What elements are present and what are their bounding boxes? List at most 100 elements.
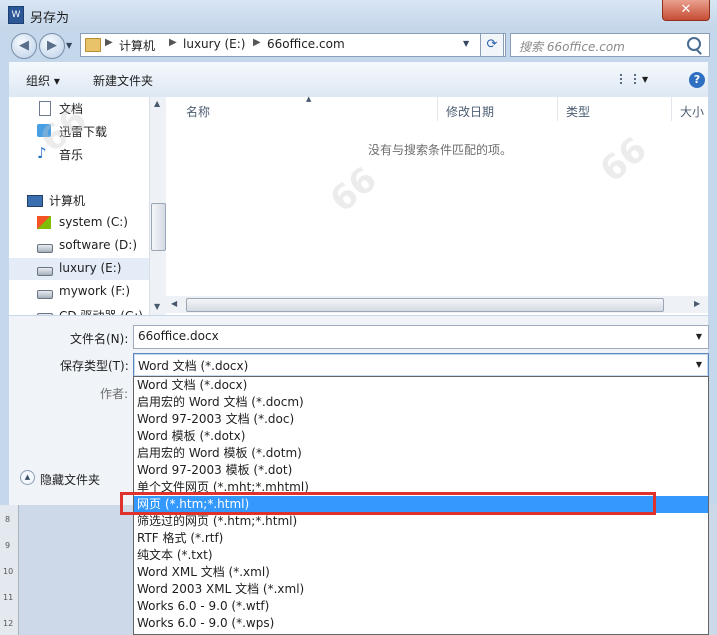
sidebar-item-computer[interactable]: 计算机 (9, 189, 149, 211)
sidebar-item-label: system (C:) (59, 215, 128, 229)
filetype-dropdown-icon[interactable]: ▼ (696, 360, 702, 369)
breadcrumb-folder[interactable]: 66office.com (267, 37, 345, 51)
system-drive-icon (37, 216, 51, 229)
sidebar-item-label: software (D:) (59, 238, 137, 252)
filename-input[interactable]: 66office.docx (138, 329, 219, 343)
filetype-select[interactable]: Word 文档 (*.docx) ▼ (133, 353, 709, 377)
ruler-mark: 10 (3, 567, 14, 576)
option-label: 纯文本 (*.txt) (137, 548, 213, 562)
drive-icon (37, 244, 53, 253)
view-dropdown-icon[interactable]: ▼ (642, 75, 648, 84)
sidebar-item-luxury-e[interactable]: luxury (E:) (9, 258, 149, 280)
option-label: Word 2003 XML 文档 (*.xml) (137, 582, 305, 596)
option-label: Word 文档 (*.docx) (137, 378, 248, 392)
forward-button[interactable]: ▶ (39, 33, 65, 59)
filetype-option[interactable]: 纯文本 (*.txt) (134, 547, 708, 564)
annotation-highlight-box (120, 492, 656, 515)
address-bar[interactable]: ▶ 计算机 ▶ luxury (E:) ▶ 66office.com ▼ (80, 33, 506, 57)
filetype-option[interactable]: 筛选过的网页 (*.htm;*.html) (134, 513, 708, 530)
column-header-size[interactable]: 大小 (680, 103, 704, 120)
option-label: Word XML 文档 (*.xml) (137, 565, 270, 579)
option-label: 启用宏的 Word 模板 (*.dotm) (137, 446, 302, 460)
option-label: Word 97-2003 模板 (*.dot) (137, 463, 293, 477)
close-button[interactable]: ✕ (662, 0, 710, 21)
word-icon: W (8, 6, 24, 24)
chevron-right-icon[interactable]: ▶ (169, 37, 177, 48)
filetype-option[interactable]: Word 模板 (*.dotx) (134, 428, 708, 445)
ruler-mark: 11 (3, 593, 14, 602)
sidebar-item-software-d[interactable]: software (D:) (9, 235, 149, 257)
sidebar-item-cd-g[interactable]: CD 驱动器 (G:) (9, 304, 149, 315)
organize-button[interactable]: 组织 ▾ (26, 72, 60, 89)
search-input[interactable]: 搜索 66office.com (519, 38, 625, 55)
ruler-mark: 12 (3, 619, 14, 628)
back-button[interactable]: ◀ (11, 33, 37, 59)
hide-folders-button[interactable]: 隐藏文件夹 (40, 471, 100, 488)
breadcrumb-computer[interactable]: 计算机 (119, 37, 155, 54)
horizontal-scrollbar[interactable]: ◀ ▶ (166, 296, 708, 313)
filetype-label: 保存类型(T): (60, 359, 129, 373)
filetype-option[interactable]: Works 6.0 - 9.0 (*.wtf) (134, 598, 708, 615)
column-header-modified[interactable]: 修改日期 (446, 103, 494, 120)
filetype-option[interactable]: Word 文档 (*.docx) (134, 377, 708, 394)
search-box[interactable]: 搜索 66office.com (510, 33, 710, 57)
filetype-option[interactable]: Word 97-2003 模板 (*.dot) (134, 462, 708, 479)
folder-icon (85, 38, 101, 52)
option-label: Works 6.0 - 9.0 (*.wps) (137, 616, 275, 630)
title-bar[interactable]: W 另存为 ✕ (0, 0, 717, 30)
new-folder-button[interactable]: 新建文件夹 (93, 72, 153, 89)
scroll-down-icon[interactable]: ▼ (154, 302, 160, 311)
column-divider[interactable] (557, 97, 558, 121)
filetype-option[interactable]: 启用宏的 Word 文档 (*.docm) (134, 394, 708, 411)
address-dropdown-icon[interactable]: ▼ (463, 39, 469, 48)
ruler-mark: 8 (5, 515, 11, 524)
filetype-option[interactable]: RTF 格式 (*.rtf) (134, 530, 708, 547)
dialog-title: 另存为 (30, 11, 70, 26)
sidebar-item-label: mywork (F:) (59, 284, 131, 298)
filetype-option[interactable]: Word 2003 XML 文档 (*.xml) (134, 581, 708, 598)
chevron-right-icon[interactable]: ▶ (105, 37, 113, 48)
option-label: RTF 格式 (*.rtf) (137, 531, 224, 545)
sidebar-item-label: 计算机 (49, 194, 86, 208)
navigation-scrollbar[interactable]: ▲ ▼ (149, 97, 166, 315)
option-label: 启用宏的 Word 文档 (*.docm) (137, 395, 304, 409)
refresh-button[interactable]: ⟳ (480, 33, 504, 57)
scroll-right-icon[interactable]: ▶ (694, 299, 700, 308)
column-divider[interactable] (671, 97, 672, 121)
chevron-right-icon[interactable]: ▶ (253, 37, 261, 48)
filetype-selected-value: Word 文档 (*.docx) (138, 359, 249, 373)
help-icon[interactable]: ? (689, 72, 705, 88)
cd-drive-icon (37, 313, 53, 315)
scroll-up-icon[interactable]: ▲ (154, 99, 160, 108)
sidebar-item-system-c[interactable]: system (C:) (9, 212, 149, 234)
sidebar-item-label: CD 驱动器 (G:) (59, 307, 143, 315)
breadcrumb-drive[interactable]: luxury (E:) (183, 37, 245, 51)
filetype-option[interactable]: Works 6.0 - 9.0 (*.wps) (134, 615, 708, 632)
scroll-thumb[interactable] (151, 203, 166, 251)
command-bar: 组织 ▾ 新建文件夹 ▼ ? (9, 62, 708, 98)
sidebar-item-label: luxury (E:) (59, 261, 122, 275)
filetype-option[interactable]: Word 97-2003 文档 (*.doc) (134, 411, 708, 428)
option-label: Word 97-2003 文档 (*.doc) (137, 412, 295, 426)
filetype-option[interactable]: 启用宏的 Word 模板 (*.dotm) (134, 445, 708, 462)
column-divider[interactable] (437, 97, 438, 121)
horizontal-scroll-thumb[interactable] (186, 298, 664, 312)
filename-field[interactable]: 66office.docx ▼ (133, 325, 709, 349)
sidebar-item-mywork-f[interactable]: mywork (F:) (9, 281, 149, 303)
column-header-name[interactable]: 名称 (186, 103, 210, 120)
document-icon (39, 101, 51, 116)
sidebar-item-music[interactable]: ♪ 音乐 (9, 143, 149, 165)
recent-pages-dropdown[interactable]: ▼ (66, 39, 76, 53)
filename-dropdown-icon[interactable]: ▼ (696, 332, 702, 341)
search-icon[interactable] (687, 37, 701, 51)
computer-icon (27, 195, 43, 207)
drive-icon (37, 290, 53, 299)
scroll-left-icon[interactable]: ◀ (171, 299, 177, 308)
option-label: Works 6.0 - 9.0 (*.wtf) (137, 599, 270, 613)
column-header-type[interactable]: 类型 (566, 103, 590, 120)
filetype-option[interactable]: Word XML 文档 (*.xml) (134, 564, 708, 581)
view-options-icon[interactable] (620, 74, 636, 84)
author-label: 作者: (100, 387, 129, 401)
chevron-up-icon[interactable]: ▲ (20, 470, 35, 485)
drive-icon (37, 267, 53, 276)
